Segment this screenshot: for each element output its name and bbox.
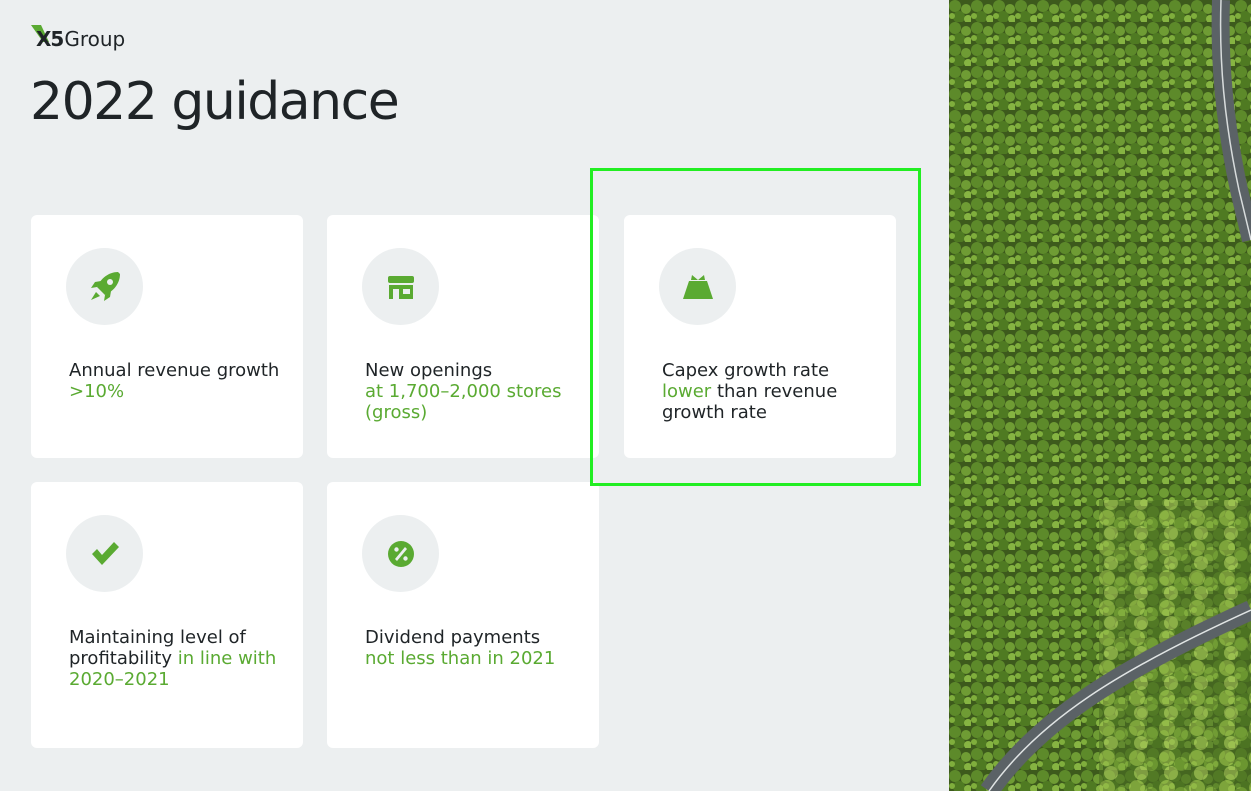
card-icon-circle xyxy=(66,248,143,325)
card-text: New openings at 1,700–2,000 stores (gros… xyxy=(365,360,579,423)
forest-road-image xyxy=(949,0,1251,791)
card-text: Dividend payments not less than in 2021 xyxy=(365,627,579,669)
store-icon xyxy=(387,275,414,299)
guidance-card-dividends: Dividend payments not less than in 2021 xyxy=(327,482,599,748)
card-icon-circle xyxy=(362,515,439,592)
card-text-plain: Annual revenue growth xyxy=(69,360,280,381)
card-text-plain: Dividend payments xyxy=(365,627,541,648)
highlight-frame xyxy=(590,168,921,486)
guidance-card-profitability: Maintaining level of profitability in li… xyxy=(31,482,303,748)
card-text-accent: not less than in 2021 xyxy=(365,648,556,669)
page-title: 2022 guidance xyxy=(30,72,400,132)
card-text: Annual revenue growth >10% xyxy=(69,360,283,402)
logo-x5-text: X5 xyxy=(36,27,64,51)
checkmark-icon xyxy=(91,541,119,565)
card-text-accent: at 1,700–2,000 stores (gross) xyxy=(365,381,562,423)
card-icon-circle xyxy=(362,248,439,325)
percent-icon xyxy=(387,540,414,567)
logo-group-text: Group xyxy=(64,27,126,51)
card-icon-circle xyxy=(66,515,143,592)
guidance-card-revenue: Annual revenue growth >10% xyxy=(31,215,303,458)
x5-group-logo: X5 Group xyxy=(30,22,125,52)
card-text: Maintaining level of profitability in li… xyxy=(69,627,283,690)
rocket-icon xyxy=(90,271,120,301)
guidance-card-openings: New openings at 1,700–2,000 stores (gros… xyxy=(327,215,599,458)
card-text-plain: New openings xyxy=(365,360,493,381)
forest-road-photo xyxy=(949,0,1251,791)
card-text-accent: >10% xyxy=(69,381,125,402)
